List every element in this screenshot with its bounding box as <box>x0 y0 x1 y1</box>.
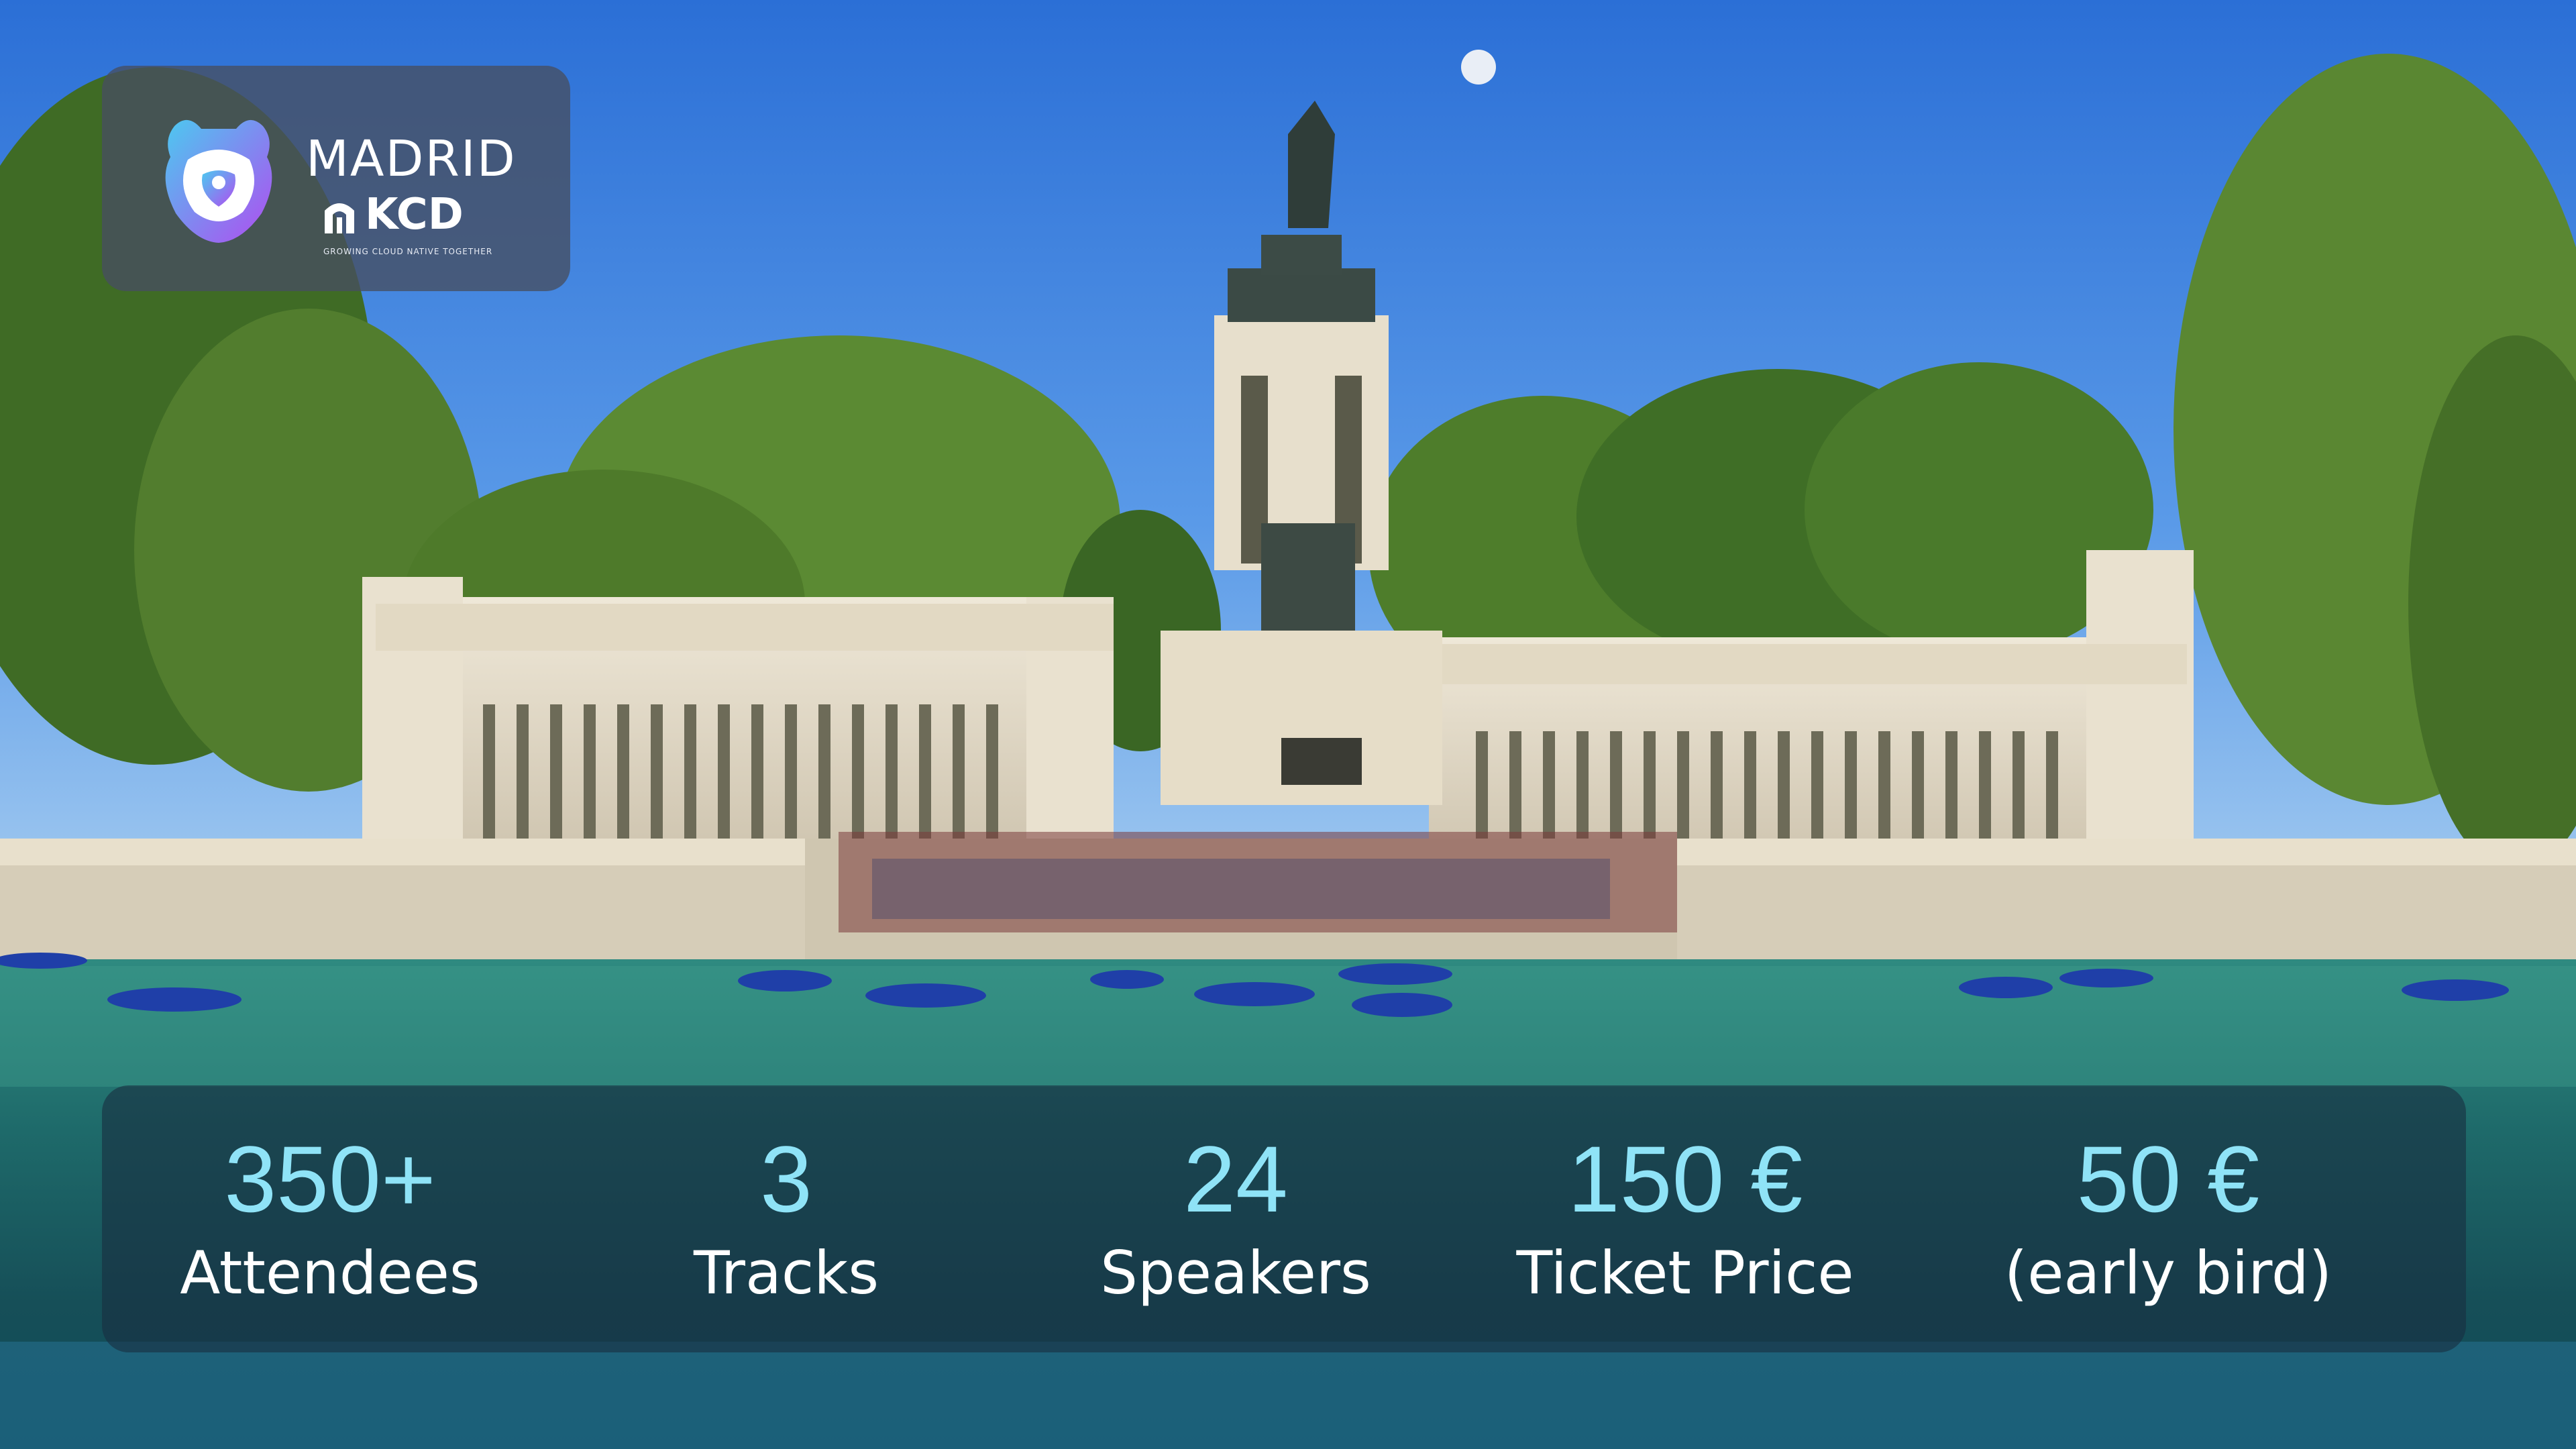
stat-tracks: 3 Tracks <box>558 1085 1014 1352</box>
stat-value: 3 <box>760 1126 812 1232</box>
stat-label: Tracks <box>693 1238 879 1307</box>
stat-label: Speakers <box>1100 1238 1371 1307</box>
event-logo-card: MADRID KCD GROWING CLOUD NATIVE TOGETHER <box>102 66 570 291</box>
stat-label: Attendees <box>180 1238 480 1307</box>
stat-value: 150 € <box>1567 1126 1803 1232</box>
stat-value: 50 € <box>2076 1126 2260 1232</box>
event-stats-bar: 350+ Attendees 3 Tracks 24 Speakers 150 … <box>102 1085 2466 1352</box>
city-name: MADRID <box>306 130 517 188</box>
stat-attendees: 350+ Attendees <box>102 1085 558 1352</box>
stat-label: Ticket Price <box>1516 1238 1854 1307</box>
tagline: GROWING CLOUD NATIVE TOGETHER <box>323 247 493 256</box>
kcd-mark-icon <box>325 203 354 233</box>
stat-value: 350+ <box>224 1126 436 1232</box>
stat-value: 24 <box>1183 1126 1288 1232</box>
stat-speakers: 24 Speakers <box>1008 1085 1464 1352</box>
bear-logo-icon <box>165 119 272 243</box>
stat-early-bird: 50 € (early bird) <box>1940 1085 2396 1352</box>
kcd-brand: KCD <box>321 188 464 241</box>
stat-label: (early bird) <box>2004 1238 2332 1307</box>
kcd-text: KCD <box>365 190 464 239</box>
stat-ticket-price: 150 € Ticket Price <box>1457 1085 1913 1352</box>
